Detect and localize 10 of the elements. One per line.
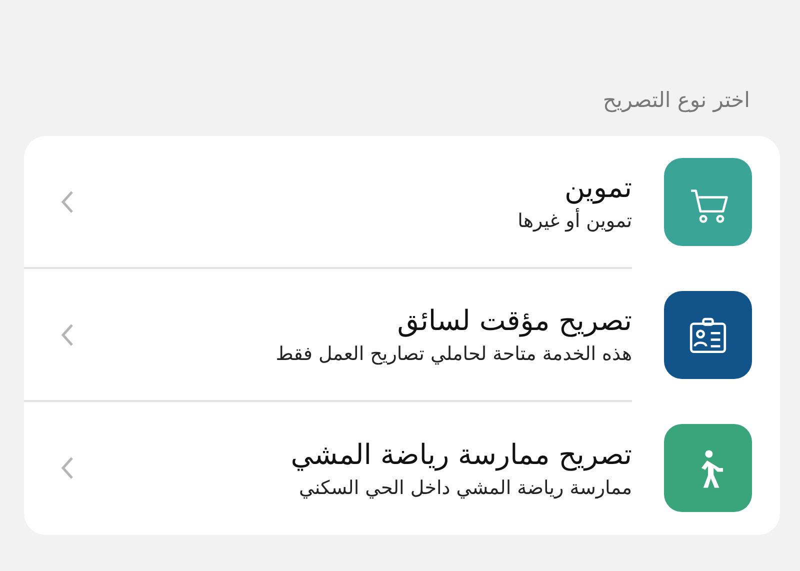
option-subtitle: هذه الخدمة متاحة لحاملي تصاريح العمل فقط xyxy=(276,343,632,365)
option-title[interactable]: تصريح مؤقت لسائق xyxy=(397,304,632,337)
option-title[interactable]: تصريح ممارسة رياضة المشي xyxy=(290,438,632,471)
option-title[interactable]: تموين xyxy=(564,171,632,204)
chevron-icon[interactable] xyxy=(60,456,74,480)
option-subtitle: ممارسة رياضة المشي داخل الحي السكني xyxy=(299,477,632,499)
option-subtitle: تموين أو غيرها xyxy=(518,210,632,232)
chevron-icon[interactable] xyxy=(60,190,74,214)
chevron-icon[interactable] xyxy=(60,323,74,347)
section-title: اختر نوع التصريح xyxy=(602,88,751,114)
